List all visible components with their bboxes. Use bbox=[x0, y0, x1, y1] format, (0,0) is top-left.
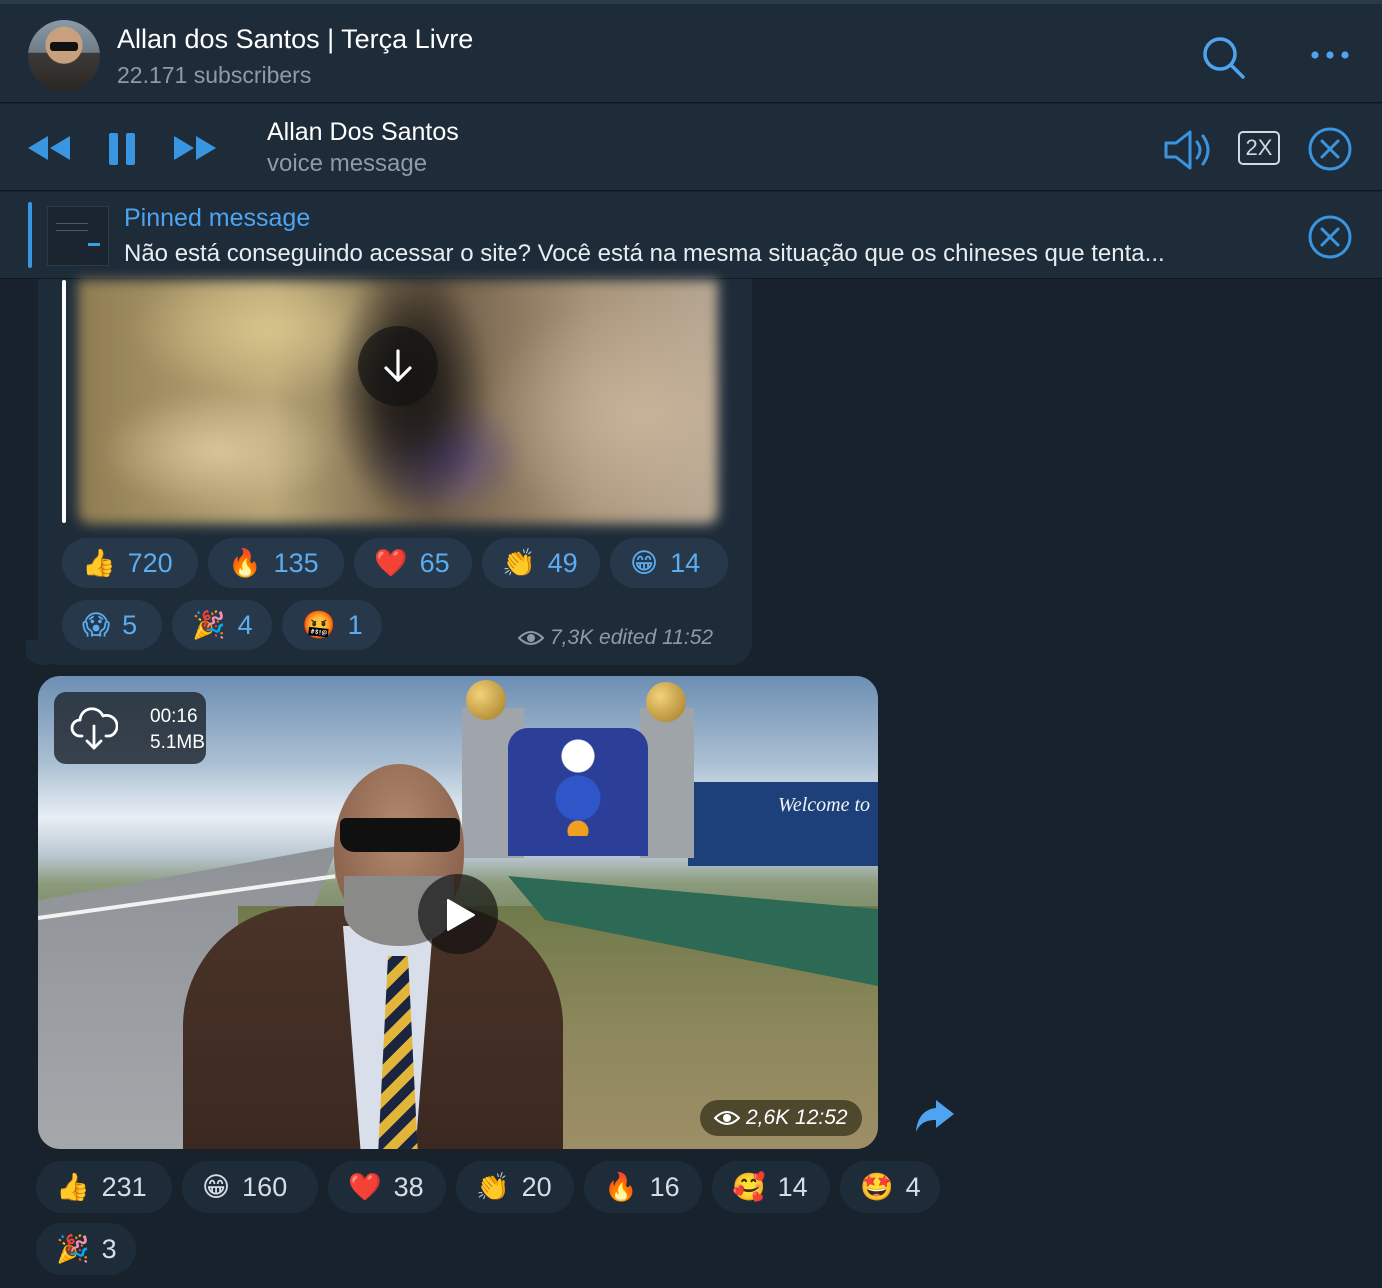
reaction-emoji: 👍 bbox=[82, 547, 116, 579]
reaction-chip[interactable]: ❤️ 65 bbox=[354, 538, 472, 588]
reaction-emoji: 🤩 bbox=[860, 1171, 894, 1203]
reaction-count: 65 bbox=[419, 547, 450, 578]
reaction-count: 16 bbox=[649, 1171, 680, 1202]
arrow-down-icon bbox=[384, 349, 412, 382]
reaction-emoji: 🎉 bbox=[192, 609, 226, 641]
eye-icon bbox=[714, 1111, 740, 1125]
video-character bbox=[548, 736, 608, 836]
reaction-emoji: 😁 bbox=[630, 547, 659, 579]
pinned-text: Não está conseguindo acessar o site? Voc… bbox=[124, 240, 1165, 267]
reaction-count: 231 bbox=[101, 1171, 147, 1202]
reaction-chip[interactable]: 🎉 4 bbox=[172, 600, 272, 650]
reaction-emoji: 🔥 bbox=[228, 547, 262, 579]
message-meta: 7,3K edited 11:52 bbox=[518, 626, 713, 650]
pinned-thumbnail bbox=[47, 206, 109, 266]
reaction-emoji: 🔥 bbox=[604, 1171, 638, 1203]
pinned-accent-bar bbox=[28, 202, 32, 268]
reaction-chip[interactable]: 👏 49 bbox=[482, 538, 600, 588]
video-sign-text: Welcome to bbox=[778, 794, 871, 816]
cloud-download-icon bbox=[70, 707, 118, 750]
close-pinned-icon[interactable] bbox=[1307, 214, 1353, 260]
video-views-time: 2,6K 12:52 bbox=[746, 1106, 848, 1129]
reaction-chip[interactable]: 🥰 14 bbox=[712, 1161, 830, 1213]
video-gold-ball bbox=[466, 680, 506, 720]
reaction-emoji: 😁 bbox=[202, 1171, 231, 1203]
reaction-count: 20 bbox=[521, 1171, 552, 1202]
reaction-count: 1 bbox=[347, 609, 363, 640]
reaction-chip[interactable]: ❤️ 38 bbox=[328, 1161, 446, 1213]
reaction-emoji: 👍 bbox=[56, 1171, 90, 1203]
reaction-count: 4 bbox=[905, 1171, 921, 1202]
views-time-label: 7,3K edited 11:52 bbox=[550, 626, 714, 649]
reaction-count: 14 bbox=[670, 547, 701, 578]
fast-forward-icon[interactable] bbox=[172, 134, 218, 162]
audio-player-bar: Allan Dos Santos voice message 2X bbox=[0, 104, 1382, 191]
pause-icon[interactable] bbox=[108, 132, 136, 166]
video-meta: 2,6K 12:52 bbox=[700, 1100, 862, 1136]
player-subtitle: voice message bbox=[267, 150, 428, 177]
reaction-emoji: 🥰 bbox=[732, 1171, 766, 1203]
search-icon[interactable] bbox=[1200, 34, 1248, 82]
more-options-icon[interactable] bbox=[1310, 48, 1350, 62]
reaction-count: 14 bbox=[777, 1171, 808, 1202]
reaction-count: 160 bbox=[242, 1171, 288, 1202]
reaction-chip[interactable]: 🤬 1 bbox=[282, 600, 382, 650]
player-title: Allan Dos Santos bbox=[267, 118, 459, 146]
reaction-chip[interactable]: 👍 720 bbox=[62, 538, 198, 588]
video-pillar bbox=[640, 708, 694, 858]
pinned-title: Pinned message bbox=[124, 204, 311, 232]
reaction-emoji: 👏 bbox=[476, 1171, 510, 1203]
reaction-count: 4 bbox=[237, 609, 253, 640]
reaction-count: 49 bbox=[547, 547, 578, 578]
reaction-emoji: ❤️ bbox=[348, 1171, 382, 1203]
video-message[interactable]: Welcome to 00:16 5.1MB 2,6K 12:52 bbox=[38, 676, 878, 1149]
reaction-emoji: 😱 bbox=[82, 609, 111, 641]
reaction-chip[interactable]: 😱 5 bbox=[62, 600, 162, 650]
channel-avatar[interactable] bbox=[28, 20, 100, 92]
reaction-count: 720 bbox=[127, 547, 173, 578]
pinned-message-bar[interactable]: Pinned message Não está conseguindo aces… bbox=[0, 192, 1382, 279]
reaction-chip[interactable]: 🔥 16 bbox=[584, 1161, 702, 1213]
video-duration: 00:16 bbox=[150, 706, 198, 727]
reaction-count: 3 bbox=[101, 1233, 117, 1264]
reaction-chip[interactable]: 🎉 3 bbox=[36, 1223, 136, 1275]
video-person-sunglasses bbox=[340, 818, 460, 852]
close-player-icon[interactable] bbox=[1307, 126, 1353, 172]
eye-icon bbox=[518, 631, 544, 645]
video-size: 5.1MB bbox=[150, 732, 205, 753]
rewind-icon[interactable] bbox=[26, 134, 72, 162]
reaction-count: 38 bbox=[393, 1171, 424, 1202]
playback-speed-button[interactable]: 2X bbox=[1238, 131, 1280, 165]
subscriber-count: 22.171 subscribers bbox=[117, 62, 312, 88]
channel-title[interactable]: Allan dos Santos | Terça Livre bbox=[117, 24, 473, 55]
share-icon[interactable] bbox=[914, 1098, 956, 1134]
reaction-chip[interactable]: 👏 20 bbox=[456, 1161, 574, 1213]
reaction-count: 5 bbox=[122, 609, 138, 640]
reaction-chip[interactable]: 😁 160 bbox=[182, 1161, 318, 1213]
reaction-emoji: ❤️ bbox=[374, 547, 408, 579]
reaction-chip[interactable]: 🤩 4 bbox=[840, 1161, 940, 1213]
download-button[interactable] bbox=[358, 326, 438, 406]
reaction-chip[interactable]: 🔥 135 bbox=[208, 538, 344, 588]
playback-speed-label: 2X bbox=[1245, 135, 1273, 160]
play-icon bbox=[447, 899, 475, 931]
reaction-count: 135 bbox=[273, 547, 319, 578]
reply-quote-bar bbox=[62, 280, 66, 523]
reaction-emoji: 🎉 bbox=[56, 1233, 90, 1265]
play-button[interactable] bbox=[418, 874, 498, 954]
reaction-chip[interactable]: 👍 231 bbox=[36, 1161, 172, 1213]
reaction-chip[interactable]: 😁 14 bbox=[610, 538, 728, 588]
reaction-emoji: 👏 bbox=[502, 547, 536, 579]
volume-icon[interactable] bbox=[1162, 128, 1214, 172]
video-gold-ball bbox=[646, 682, 686, 722]
chat-header: Allan dos Santos | Terça Livre 22.171 su… bbox=[0, 0, 1382, 103]
reaction-emoji: 🤬 bbox=[302, 609, 336, 641]
video-download-badge[interactable]: 00:16 5.1MB bbox=[54, 692, 206, 764]
